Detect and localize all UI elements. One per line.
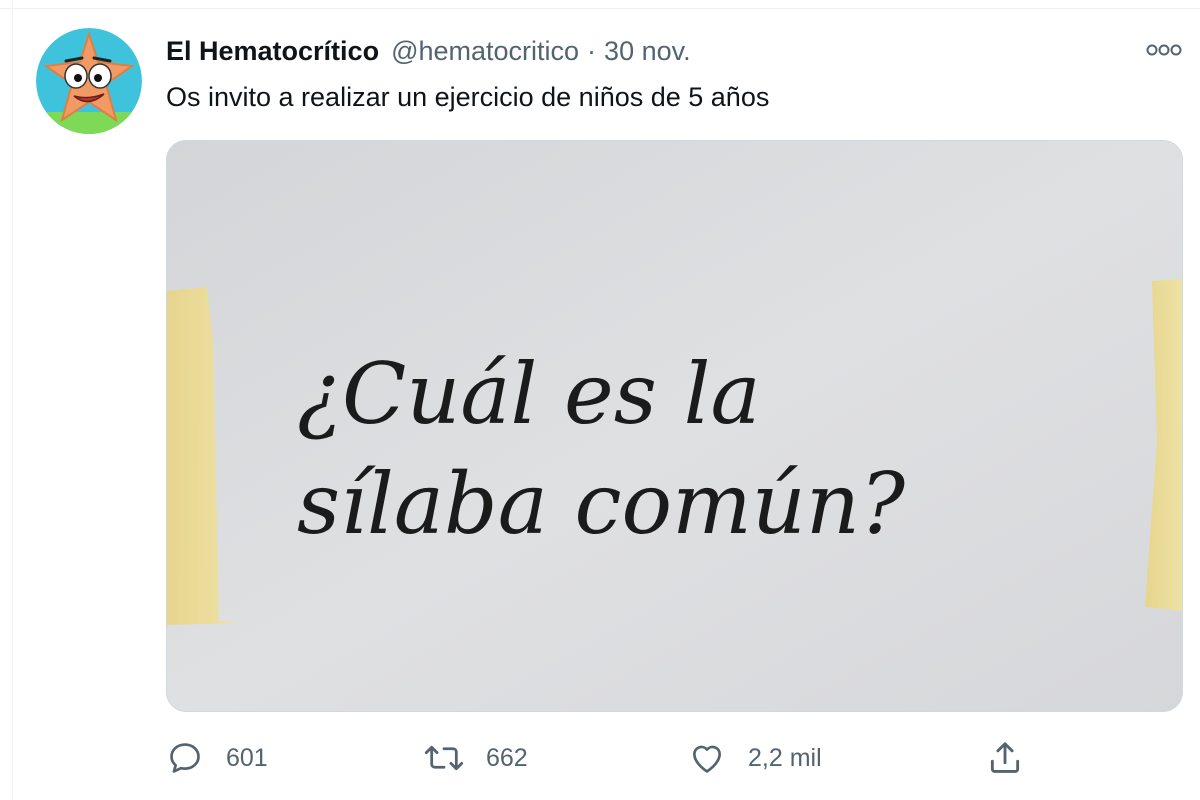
retweet-button[interactable]: 662 bbox=[424, 734, 528, 782]
left-divider bbox=[12, 0, 13, 800]
reply-count: 601 bbox=[226, 743, 268, 772]
retweet-icon bbox=[424, 745, 464, 771]
top-divider bbox=[0, 0, 1200, 9]
share-button[interactable] bbox=[986, 734, 1024, 782]
heart-icon bbox=[692, 745, 722, 773]
tweet-media-image[interactable]: ¿Cuál es la sílaba común? bbox=[166, 140, 1183, 712]
author-handle[interactable]: @hematocritico bbox=[391, 36, 579, 67]
handwritten-line-1: ¿Cuál es la bbox=[297, 345, 761, 443]
handwritten-line-2: sílaba común? bbox=[297, 455, 906, 553]
tweet-page: El Hematocrítico @hematocritico · 30 nov… bbox=[0, 0, 1200, 800]
avatar[interactable] bbox=[36, 28, 142, 134]
more-options-button[interactable] bbox=[1136, 30, 1192, 70]
like-button[interactable]: 2,2 mil bbox=[688, 734, 822, 782]
retweet-count: 662 bbox=[486, 743, 528, 772]
separator-dot: · bbox=[587, 36, 597, 66]
like-count: 2,2 mil bbox=[748, 743, 822, 772]
tweet-actions: 601 662 2,2 mil bbox=[166, 734, 1066, 782]
share-icon bbox=[990, 742, 1020, 773]
tweet-date[interactable]: 30 nov. bbox=[604, 36, 691, 67]
more-options-icon bbox=[1146, 44, 1182, 56]
tweet-text: Os invito a realizar un ejercicio de niñ… bbox=[166, 82, 770, 112]
reply-button[interactable]: 601 bbox=[166, 734, 268, 782]
author-name[interactable]: El Hematocrítico bbox=[166, 36, 379, 67]
tweet-header: El Hematocrítico @hematocritico · 30 nov… bbox=[166, 36, 691, 70]
handwriting-photo: ¿Cuál es la sílaba común? bbox=[167, 141, 1182, 711]
cartoon-starfish-avatar-icon bbox=[36, 28, 142, 134]
reply-icon bbox=[170, 743, 200, 773]
